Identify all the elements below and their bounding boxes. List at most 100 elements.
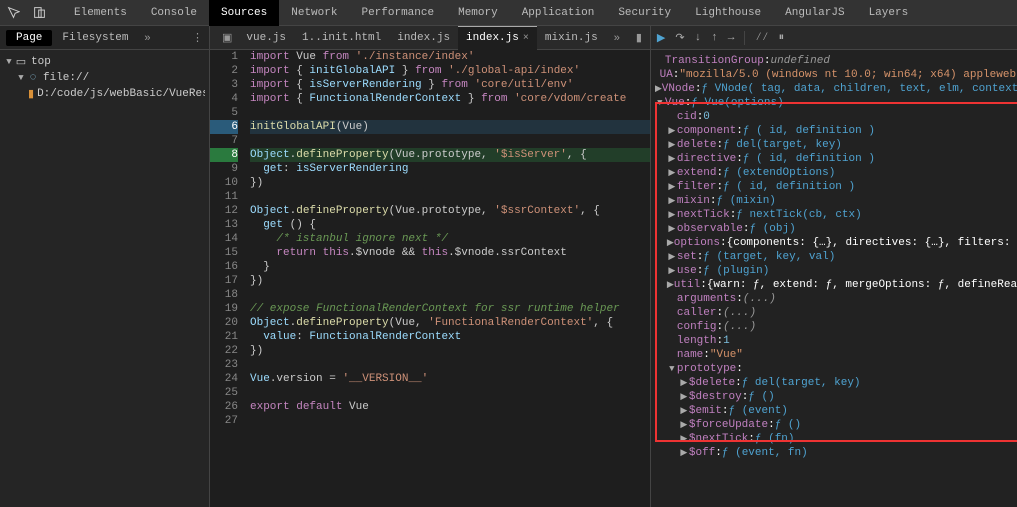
file-tab[interactable]: vue.js: [238, 26, 294, 50]
code-line[interactable]: }): [250, 344, 650, 358]
code-line[interactable]: [250, 134, 650, 148]
line-number[interactable]: 15: [210, 246, 238, 260]
scope-property[interactable]: ▶options: {components: {…}, directives: …: [655, 236, 1017, 250]
file-tab[interactable]: index.js: [389, 26, 458, 50]
expand-arrow-icon[interactable]: ▶: [667, 196, 677, 206]
line-number[interactable]: 25: [210, 386, 238, 400]
expand-arrow-icon[interactable]: ▶: [667, 238, 674, 248]
code-line[interactable]: [250, 358, 650, 372]
expand-arrow-icon[interactable]: ▶: [667, 154, 677, 164]
expand-arrow-icon[interactable]: ▶: [667, 168, 677, 178]
scope-property[interactable]: ▶$delete: ƒ del(target, key): [655, 376, 1017, 390]
expand-arrow-icon[interactable]: ▼: [667, 364, 677, 374]
line-number[interactable]: 23: [210, 358, 238, 372]
devtools-tab-elements[interactable]: Elements: [62, 0, 139, 26]
code-line[interactable]: Object.defineProperty(Vue, 'FunctionalRe…: [250, 316, 650, 330]
line-number[interactable]: 4: [210, 92, 238, 106]
scope-property[interactable]: length: 1: [655, 334, 1017, 348]
line-number[interactable]: 8: [210, 148, 238, 162]
scope-property[interactable]: UA: "mozilla/5.0 (windows nt 10.0; win64…: [655, 68, 1017, 82]
code-line[interactable]: Object.defineProperty(Vue.prototype, '$i…: [250, 148, 650, 162]
scope-property[interactable]: ▶util: {warn: ƒ, extend: ƒ, mergeOptions…: [655, 278, 1017, 292]
step-icon[interactable]: →: [728, 32, 735, 44]
scope-property[interactable]: TransitionGroup: undefined: [655, 54, 1017, 68]
device-toolbar-icon[interactable]: [26, 6, 52, 19]
code-line[interactable]: /* istanbul ignore next */: [250, 232, 650, 246]
line-number[interactable]: 26: [210, 400, 238, 414]
file-tab[interactable]: mixin.js: [537, 26, 606, 50]
line-number[interactable]: 6: [210, 120, 238, 134]
more-tabs-icon[interactable]: »: [138, 32, 156, 44]
scope-property[interactable]: ▶delete: ƒ del(target, key): [655, 138, 1017, 152]
line-number[interactable]: 16: [210, 260, 238, 274]
expand-arrow-icon[interactable]: ▶: [667, 224, 677, 234]
more-files-icon[interactable]: »: [606, 32, 628, 44]
scope-property[interactable]: ▶$forceUpdate: ƒ (): [655, 418, 1017, 432]
code-line[interactable]: return this.$vnode && this.$vnode.ssrCon…: [250, 246, 650, 260]
code-line[interactable]: [250, 386, 650, 400]
pause-exceptions-icon[interactable]: ⏸: [779, 32, 785, 44]
devtools-tab-application[interactable]: Application: [510, 0, 607, 26]
scope-property[interactable]: cid: 0: [655, 110, 1017, 124]
step-over-icon[interactable]: ↷: [675, 31, 684, 45]
code-line[interactable]: Object.defineProperty(Vue.prototype, '$s…: [250, 204, 650, 218]
expand-arrow-icon[interactable]: ▶: [667, 126, 677, 136]
scope-property[interactable]: ▶directive: ƒ ( id, definition ): [655, 152, 1017, 166]
tab-history-icon[interactable]: ▣: [216, 31, 238, 44]
code-line[interactable]: import { FunctionalRenderContext } from …: [250, 92, 650, 106]
navigator-tab-filesystem[interactable]: Filesystem: [52, 30, 138, 46]
scope-property[interactable]: ▶extend: ƒ (extendOptions): [655, 166, 1017, 180]
scope-property[interactable]: ▼Vue: ƒ Vue(options): [655, 96, 1017, 110]
code-line[interactable]: import { initGlobalAPI } from './global-…: [250, 64, 650, 78]
expand-arrow-icon[interactable]: ▶: [679, 406, 689, 416]
inspect-icon[interactable]: [0, 6, 26, 19]
code-line[interactable]: // expose FunctionalRenderContext for ss…: [250, 302, 650, 316]
devtools-tab-lighthouse[interactable]: Lighthouse: [683, 0, 773, 26]
line-number[interactable]: 27: [210, 414, 238, 428]
code-line[interactable]: }): [250, 176, 650, 190]
line-number[interactable]: 17: [210, 274, 238, 288]
code-line[interactable]: }): [250, 274, 650, 288]
file-tab[interactable]: index.js×: [458, 26, 537, 50]
expand-arrow-icon[interactable]: ▶: [667, 140, 677, 150]
line-number[interactable]: 3: [210, 78, 238, 92]
devtools-tab-layers[interactable]: Layers: [857, 0, 921, 26]
code-line[interactable]: get () {: [250, 218, 650, 232]
expand-arrow-icon[interactable]: ▶: [679, 392, 689, 402]
file-tab[interactable]: 1..init.html: [294, 26, 389, 50]
expand-arrow-icon[interactable]: ▶: [667, 280, 674, 290]
line-number[interactable]: 13: [210, 218, 238, 232]
scope-property[interactable]: ▶nextTick: ƒ nextTick(cb, ctx): [655, 208, 1017, 222]
navigator-tab-page[interactable]: Page: [6, 30, 52, 46]
tree-root[interactable]: ▼ ▭ top: [4, 54, 205, 70]
code-line[interactable]: [250, 288, 650, 302]
expand-arrow-icon[interactable]: ▶: [679, 420, 689, 430]
devtools-tab-network[interactable]: Network: [279, 0, 349, 26]
scope-property[interactable]: ▶observable: ƒ (obj): [655, 222, 1017, 236]
devtools-tab-sources[interactable]: Sources: [209, 0, 279, 26]
line-number[interactable]: 7: [210, 134, 238, 148]
line-number[interactable]: 20: [210, 316, 238, 330]
code-line[interactable]: export default Vue: [250, 400, 650, 414]
devtools-tab-angularjs[interactable]: AngularJS: [773, 0, 856, 26]
scope-property[interactable]: ▶component: ƒ ( id, definition ): [655, 124, 1017, 138]
scope-property[interactable]: ▶set: ƒ (target, key, val): [655, 250, 1017, 264]
expand-arrow-icon[interactable]: ▶: [655, 84, 662, 94]
scope-property[interactable]: ▶filter: ƒ ( id, definition ): [655, 180, 1017, 194]
code-line[interactable]: [250, 414, 650, 428]
scope-property[interactable]: ▶$destroy: ƒ (): [655, 390, 1017, 404]
line-number[interactable]: 10: [210, 176, 238, 190]
expand-arrow-icon[interactable]: ▼: [655, 98, 665, 108]
close-icon[interactable]: ×: [523, 33, 529, 44]
devtools-tab-performance[interactable]: Performance: [349, 0, 446, 26]
line-number[interactable]: 11: [210, 190, 238, 204]
step-out-icon[interactable]: ↑: [711, 32, 718, 44]
line-number[interactable]: 22: [210, 344, 238, 358]
navigator-more-icon[interactable]: ⋮: [192, 31, 203, 44]
code-line[interactable]: value: FunctionalRenderContext: [250, 330, 650, 344]
expand-arrow-icon[interactable]: ▶: [679, 434, 689, 444]
expand-arrow-icon[interactable]: ▶: [667, 210, 677, 220]
code-line[interactable]: import Vue from './instance/index': [250, 50, 650, 64]
scope-property[interactable]: ▼prototype:: [655, 362, 1017, 376]
editor-more-icon[interactable]: ▮: [628, 31, 650, 44]
